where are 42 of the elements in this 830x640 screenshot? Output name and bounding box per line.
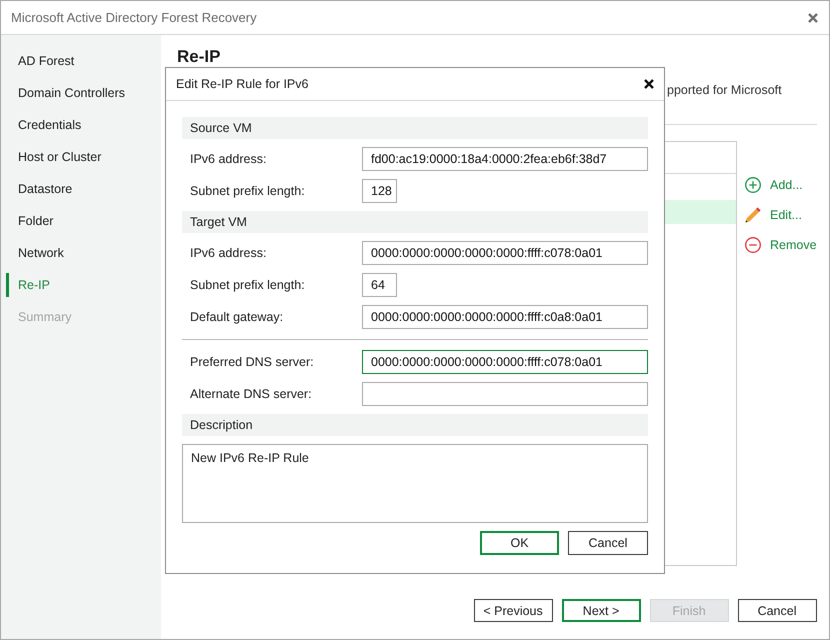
dialog-button[interactable]: OK <box>480 531 559 555</box>
field-label: Subnet prefix length: <box>189 278 305 292</box>
nav-item[interactable]: Network <box>6 241 161 265</box>
nav-item[interactable]: Re-IP <box>6 273 161 297</box>
remove-button[interactable]: Remove <box>745 234 817 256</box>
address-field[interactable]: 0000:0000:0000:0000:0000:ffff:c078:0a01 <box>362 241 648 265</box>
field-label: IPv6 address: <box>189 246 266 260</box>
section-header: Target VM <box>182 211 648 233</box>
address-field[interactable] <box>362 382 648 406</box>
nav-item[interactable]: Domain Controllers <box>6 81 161 105</box>
edit-button[interactable]: Edit... <box>745 204 802 226</box>
field-label: Default gateway: <box>189 310 284 324</box>
field-label: Alternate DNS server: <box>189 387 312 401</box>
page-heading: Re-IP <box>177 47 220 67</box>
window-title: Microsoft Active Directory Forest Recovery <box>11 10 257 25</box>
minus-circle-icon <box>745 237 761 253</box>
field-label: IPv6 address: <box>189 152 266 166</box>
wizard-button[interactable]: < Previous <box>474 599 553 622</box>
field-label: Subnet prefix length: <box>189 184 305 198</box>
dialog-title: Edit Re-IP Rule for IPv6 <box>176 77 308 91</box>
nav-item[interactable]: Credentials <box>6 113 161 137</box>
pencil-icon <box>745 207 761 223</box>
address-field[interactable]: fd00:ac19:0000:18a4:0000:2fea:eb6f:38d7 <box>362 147 648 171</box>
nav-item[interactable]: AD Forest <box>6 49 161 73</box>
nav-item[interactable]: Host or Cluster <box>6 145 161 169</box>
page-description: pported for Microsoft <box>667 83 782 97</box>
wizard-button[interactable]: Cancel <box>738 599 817 622</box>
nav-item[interactable]: Folder <box>6 209 161 233</box>
description-field[interactable]: New IPv6 Re-IP Rule <box>182 444 648 523</box>
wizard-button[interactable]: Next > <box>562 599 641 622</box>
add-button[interactable]: Add... <box>745 174 803 196</box>
section-header: Description <box>182 414 648 436</box>
prefix-length-field[interactable]: 64 <box>362 273 397 297</box>
plus-circle-icon <box>745 177 761 193</box>
field-label: Preferred DNS server: <box>189 355 314 369</box>
prefix-length-field[interactable]: 128 <box>362 179 397 203</box>
address-field[interactable]: 0000:0000:0000:0000:0000:ffff:c078:0a01 <box>362 350 648 374</box>
section-header: Source VM <box>182 117 648 139</box>
dialog-button[interactable]: Cancel <box>568 531 648 555</box>
close-icon[interactable] <box>644 79 654 89</box>
address-field[interactable]: 0000:0000:0000:0000:0000:ffff:c0a8:0a01 <box>362 305 648 329</box>
nav-item[interactable]: Datastore <box>6 177 161 201</box>
